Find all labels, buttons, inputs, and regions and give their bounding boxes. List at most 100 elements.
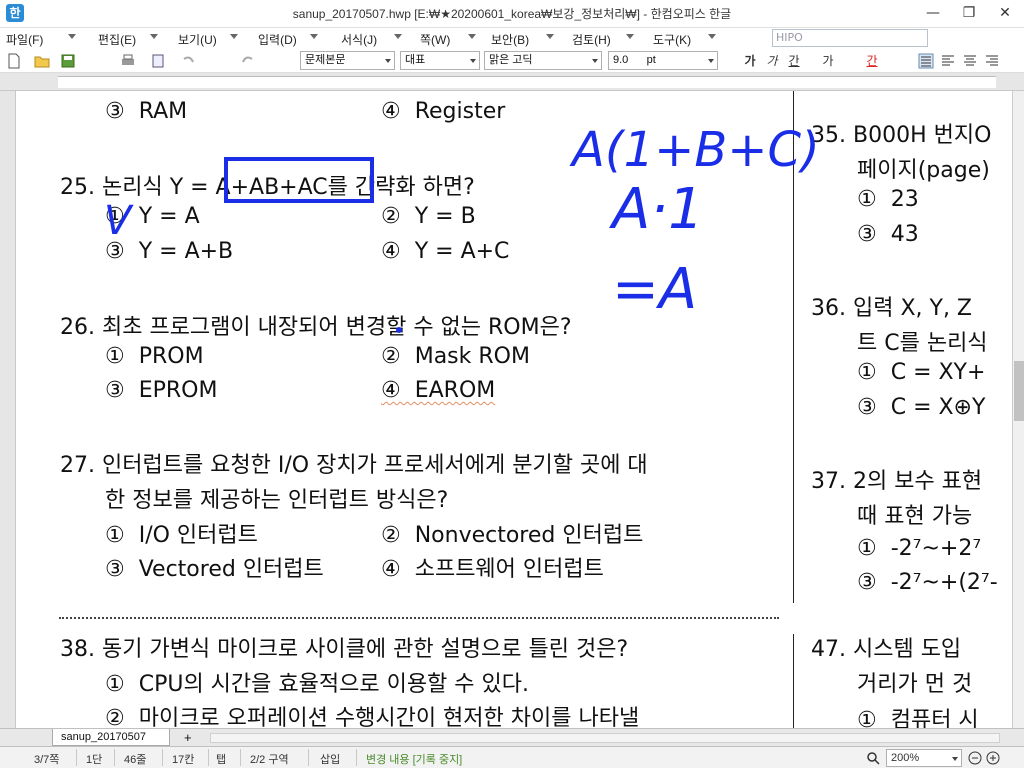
menu-edit[interactable]: 편집(E) xyxy=(98,31,136,48)
menu-view[interactable]: 보기(U) xyxy=(178,31,217,48)
search-input[interactable]: HIPO xyxy=(772,29,928,47)
font-size-unit: pt xyxy=(646,54,656,66)
right-align-icon[interactable] xyxy=(984,53,1000,69)
chevron-down-icon[interactable] xyxy=(468,34,476,39)
q26-option-2: ② Mask ROM xyxy=(381,344,530,369)
menu-tools[interactable]: 도구(K) xyxy=(653,31,691,48)
close-button[interactable]: ✕ xyxy=(988,2,1022,24)
q37-option-3: ③ -2⁷~+(2⁷- xyxy=(857,570,998,595)
q25-question: 25. 논리식 Y = A+AB+AC를 간략화 하면? xyxy=(60,175,475,200)
menu-file[interactable]: 파일(F) xyxy=(6,31,43,48)
style-combo[interactable]: 문제본문 xyxy=(300,51,395,70)
chevron-down-icon[interactable] xyxy=(230,34,238,39)
status-section: 2/2 구역 xyxy=(250,754,289,766)
magnifier-icon[interactable] xyxy=(866,751,880,765)
menu-format[interactable]: 서식(J) xyxy=(341,31,377,48)
status-divider xyxy=(114,749,115,766)
q25-option-2: ② Y = B xyxy=(381,204,476,229)
q38-option-1: ① CPU의 시간을 효율적으로 이용할 수 있다. xyxy=(105,672,529,697)
toolbar: 문제본문 대표 맑은 고딕 9.0 pt 가 가 간 가 간 xyxy=(0,49,1024,73)
font-size-combo[interactable]: 9.0 pt xyxy=(608,51,718,70)
scrollbar-thumb[interactable] xyxy=(1014,361,1024,421)
justify-align-icon[interactable] xyxy=(918,53,934,69)
chevron-down-icon xyxy=(385,59,391,63)
q25-option-1: ① Y = A xyxy=(105,204,200,229)
new-document-icon[interactable] xyxy=(6,53,22,69)
q26-option-1: ① PROM xyxy=(105,344,204,369)
q25-option-4: ④ Y = A+C xyxy=(381,239,510,264)
print-icon[interactable] xyxy=(120,53,136,69)
q25-option-3: ③ Y = A+B xyxy=(105,239,234,264)
q27-question-line2: 한 정보를 제공하는 인터럽트 방식은? xyxy=(105,488,449,513)
status-tab[interactable]: 탭 xyxy=(216,751,226,767)
document-tab[interactable]: sanup_20170507 xyxy=(52,729,170,746)
chevron-down-icon xyxy=(470,59,476,63)
q24-option-4: ④ Register xyxy=(381,99,506,124)
chevron-down-icon xyxy=(708,59,714,63)
save-icon[interactable] xyxy=(60,53,76,69)
status-line: 46줄 xyxy=(124,754,147,766)
font-color-button[interactable]: 간 xyxy=(862,52,882,70)
chevron-down-icon[interactable] xyxy=(68,34,76,39)
zoom-out-icon[interactable] xyxy=(968,751,982,765)
q27-option-4: ④ 소프트웨어 인터럽트 xyxy=(381,557,604,582)
q26-option-3: ③ EPROM xyxy=(105,378,218,403)
language-combo-value: 대표 xyxy=(405,54,426,66)
q27-option-3: ③ Vectored 인터럽트 xyxy=(105,557,324,582)
column-divider xyxy=(793,91,794,603)
left-align-icon[interactable] xyxy=(940,53,956,69)
font-combo[interactable]: 맑은 고딕 xyxy=(484,51,602,70)
menu-page[interactable]: 쪽(W) xyxy=(420,31,450,48)
status-divider xyxy=(76,749,77,766)
open-folder-icon[interactable] xyxy=(34,53,50,69)
language-combo[interactable]: 대표 xyxy=(400,51,480,70)
chevron-down-icon xyxy=(592,59,598,63)
column-divider xyxy=(793,634,794,728)
zoom-value: 200% xyxy=(891,752,920,764)
menu-security[interactable]: 보안(B) xyxy=(491,31,529,48)
status-char: 17칸 xyxy=(172,754,195,766)
chevron-down-icon[interactable] xyxy=(394,34,402,39)
preview-icon[interactable] xyxy=(150,53,166,69)
strike-button[interactable]: 가 xyxy=(818,52,838,70)
ruler-scale xyxy=(58,76,996,88)
status-column: 1단 xyxy=(86,754,103,766)
chevron-down-icon[interactable] xyxy=(150,34,158,39)
status-insert-mode[interactable]: 삽입 xyxy=(320,751,340,767)
chevron-down-icon[interactable] xyxy=(626,34,634,39)
vertical-scrollbar[interactable] xyxy=(1012,91,1024,728)
minimize-button[interactable]: — xyxy=(916,2,950,24)
chevron-down-icon[interactable] xyxy=(708,34,716,39)
q38-question: 38. 동기 가변식 마이크로 사이클에 관한 설명으로 틀린 것은? xyxy=(60,637,629,662)
q27-option-1: ① I/O 인터럽트 xyxy=(105,523,258,548)
bold-button[interactable]: 가 xyxy=(740,52,760,70)
menu-insert[interactable]: 입력(D) xyxy=(258,31,297,48)
document-tab-strip: sanup_20170507 + xyxy=(0,728,1024,746)
center-align-icon[interactable] xyxy=(962,53,978,69)
status-page[interactable]: 3/7쪽 xyxy=(34,751,59,767)
restore-button[interactable]: ❐ xyxy=(952,2,986,24)
q47-question-line2: 거리가 먼 것 xyxy=(857,672,973,697)
q26-question: 26. 최초 프로그램이 내장되어 변경할 수 없는 ROM은? xyxy=(60,315,572,340)
chevron-down-icon[interactable] xyxy=(310,34,318,39)
zoom-combo[interactable]: 200% xyxy=(886,749,962,767)
zoom-in-icon[interactable] xyxy=(986,751,1000,765)
q47-question-line1: 47. 시스템 도입 xyxy=(811,637,962,662)
vertical-ruler[interactable] xyxy=(0,91,16,728)
horizontal-scrollbar[interactable] xyxy=(210,733,1000,743)
q35-question-line2: 페이지(page) xyxy=(857,158,990,183)
redo-icon[interactable] xyxy=(240,53,256,69)
add-tab-button[interactable]: + xyxy=(184,730,192,745)
document-page[interactable]: ③ RAM ④ Register 25. 논리식 Y = A+AB+AC를 간략… xyxy=(17,91,1012,728)
status-divider xyxy=(308,749,309,766)
status-track-changes[interactable]: 변경 내용 [기록 중지] xyxy=(366,751,462,767)
chevron-down-icon[interactable] xyxy=(546,34,554,39)
horizontal-ruler[interactable] xyxy=(0,73,1024,91)
q36-question-line2: 트 C를 논리식 xyxy=(857,331,988,356)
undo-icon[interactable] xyxy=(180,53,196,69)
q35-option-3: ③ 43 xyxy=(857,222,919,247)
underline-button[interactable]: 간 xyxy=(784,52,804,70)
italic-button[interactable]: 가 xyxy=(762,52,782,70)
q24-option-3: ③ RAM xyxy=(105,99,188,124)
menu-review[interactable]: 검토(H) xyxy=(572,31,611,48)
